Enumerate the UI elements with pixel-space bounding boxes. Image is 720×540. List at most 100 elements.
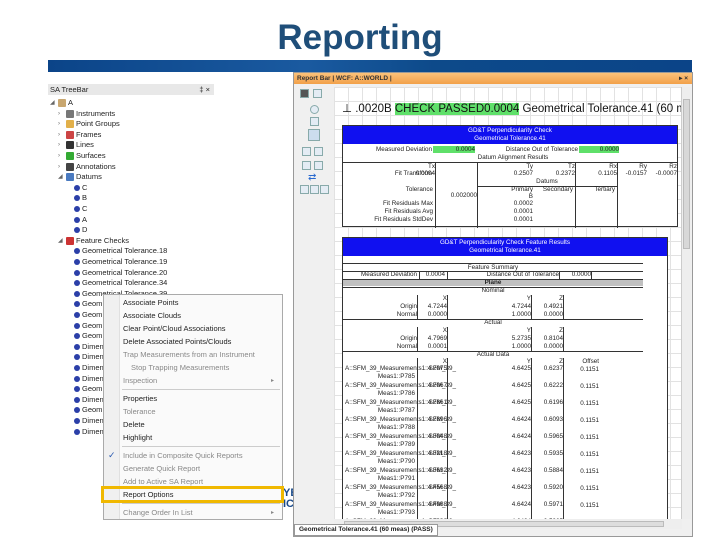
menu-item-change-order-in-list[interactable]: Change Order In List ▸: [123, 507, 278, 519]
tree-item-lines[interactable]: › Lines: [58, 140, 94, 150]
expander-icon[interactable]: ›: [58, 119, 64, 129]
tree-item-instruments[interactable]: › Instruments: [58, 109, 115, 119]
point-groups-icon: [66, 120, 74, 129]
tree-item-check[interactable]: Dimen: [74, 352, 104, 362]
menu-item-generate-quick-report[interactable]: Generate Quick Report: [123, 463, 278, 475]
menu-item-include-in-composite-quick-reports[interactable]: Include in Composite Quick Reports: [123, 450, 278, 462]
expander-icon[interactable]: ›: [58, 140, 64, 150]
tree-item-check[interactable]: Geometrical Tolerance.18: [74, 246, 167, 256]
offset-value: 0.1151: [580, 468, 599, 475]
tree-item-root[interactable]: ◢ A: [50, 98, 73, 108]
menu-item-tolerance[interactable]: Tolerance: [123, 406, 278, 418]
divider: [531, 358, 532, 519]
menu-item-delete-associated-points-clouds[interactable]: Delete Associated Points/Clouds: [123, 336, 278, 348]
tree-item-check[interactable]: Geom: [74, 299, 102, 309]
tree-item-check[interactable]: Geom: [74, 310, 102, 320]
menu-item-delete[interactable]: Delete: [123, 419, 278, 431]
tree-item-label: A: [82, 214, 88, 224]
tree-item-annotations[interactable]: › Annotations: [58, 162, 116, 172]
tree-item-check[interactable]: Geometrical Tolerance.20: [74, 268, 167, 278]
menu-item-stop-trapping-measurements[interactable]: Stop Trapping Measurements: [123, 362, 278, 374]
tree-item-check[interactable]: Geom: [74, 321, 102, 331]
menu-item-properties[interactable]: Properties: [123, 393, 278, 405]
point-name-cont: Meas1::P793: [377, 509, 415, 516]
z-value: 0.0000: [543, 311, 563, 318]
expander-icon[interactable]: ◢: [58, 172, 64, 182]
datum-col: Primary: [511, 186, 533, 193]
document-icon[interactable]: [310, 117, 319, 126]
report-options-highlight: [101, 486, 284, 503]
expander-icon[interactable]: ›: [58, 130, 64, 140]
search-icon[interactable]: [310, 105, 319, 114]
menu-item-associate-points[interactable]: Associate Points: [123, 297, 278, 309]
next-icon[interactable]: [320, 185, 329, 194]
tree-item-datum[interactable]: A: [74, 215, 87, 225]
pin-icon[interactable]: ‡: [199, 85, 203, 94]
tree-item-datum[interactable]: D: [74, 225, 87, 235]
copy-icon[interactable]: [313, 89, 322, 98]
first-icon[interactable]: [300, 185, 309, 194]
tree-item-feature-checks[interactable]: ◢ Feature Checks: [58, 236, 129, 246]
tree-item-frames[interactable]: › Frames: [58, 130, 101, 140]
page-icon[interactable]: [308, 129, 320, 141]
paste-icon[interactable]: [314, 161, 323, 170]
tree-item-check[interactable]: Dimen: [74, 427, 104, 437]
tree-item-check[interactable]: Dimen: [74, 342, 104, 352]
menu-item-highlight[interactable]: Highlight: [123, 432, 278, 444]
residual-label: Fit Residuals Max: [382, 200, 433, 207]
tree-item-label: Dimen: [82, 394, 104, 404]
prev-icon[interactable]: [310, 185, 319, 194]
tree-item-check[interactable]: Geom: [74, 384, 102, 394]
tree-item-check[interactable]: Dimen: [74, 416, 104, 426]
report-bar-window: Report Bar | WCF: A::WORLD | ▸ × ⇄ ⊥ .00…: [293, 72, 693, 537]
submenu-arrow-icon: ▸: [270, 378, 274, 384]
tree-item-check[interactable]: Dimen: [74, 395, 104, 405]
tree-item-datum[interactable]: B: [74, 193, 87, 203]
expander-icon[interactable]: ◢: [50, 98, 56, 108]
tree-item-point-groups[interactable]: › Point Groups: [58, 119, 120, 129]
menu-item-associate-clouds[interactable]: Associate Clouds: [123, 310, 278, 322]
distance-out-label: Distance Out of Tolerance: [486, 271, 559, 278]
x-value: 4.3632: [427, 467, 447, 474]
perpendicularity-icon: ⊥: [342, 103, 353, 115]
report-bar-titlebar: Report Bar | WCF: A::WORLD | ▸ ×: [294, 73, 692, 84]
z-value: 0.6093: [543, 416, 563, 423]
tree-item-datum[interactable]: C: [74, 183, 87, 193]
pages-icon[interactable]: [314, 147, 323, 156]
tree-item-check[interactable]: Dimen: [74, 363, 104, 373]
tree-item-check[interactable]: Geometrical Tolerance.34: [74, 278, 167, 288]
add-page-icon[interactable]: [302, 147, 311, 156]
tree-item-check[interactable]: Geometrical Tolerance.19: [74, 257, 167, 267]
tree-item-datum[interactable]: C: [74, 204, 87, 214]
tree-item-label: Geometrical Tolerance.18: [82, 246, 168, 256]
residual-label: Fit Residuals StdDev: [374, 216, 433, 223]
tree-item-label: Annotations: [76, 161, 116, 171]
y-header: Y: [526, 327, 531, 334]
expander-icon[interactable]: ›: [58, 151, 64, 161]
menu-item-inspection[interactable]: Inspection ▸: [123, 375, 278, 387]
camera-icon[interactable]: [300, 89, 309, 98]
offset-value: 0.1151: [580, 400, 599, 407]
tolerance-value: 0.002000: [450, 192, 477, 199]
residual-value: 0.0001: [513, 216, 533, 223]
expander-icon[interactable]: ›: [58, 109, 64, 119]
tree-item-label: Dimen: [82, 341, 104, 351]
export-icon[interactable]: [302, 161, 311, 170]
tree-item-datums[interactable]: ◢ Datums: [58, 172, 102, 182]
expander-icon[interactable]: ◢: [58, 236, 64, 246]
expander-icon[interactable]: ›: [58, 162, 64, 172]
tree-item-check[interactable]: Dimen: [74, 374, 104, 384]
close-icon[interactable]: ×: [206, 85, 210, 94]
sheet-tab[interactable]: Geometrical Tolerance.41 (60 meas) (PASS…: [294, 524, 438, 536]
tree-item-check[interactable]: Geom: [74, 331, 102, 341]
divider: [435, 162, 436, 228]
tree-item-check[interactable]: Geom: [74, 405, 102, 415]
refresh-icon[interactable]: ⇄: [308, 173, 317, 183]
y-value: 4.6425: [511, 365, 531, 372]
menu-item-clear-point-cloud-associations[interactable]: Clear Point/Cloud Associations: [123, 323, 278, 335]
vertical-scrollbar[interactable]: [681, 87, 691, 519]
menu-item-trap-measurements-from-an-instrument[interactable]: Trap Measurements from an Instrument: [123, 349, 278, 361]
window-controls[interactable]: ▸ ×: [679, 73, 688, 84]
tree-item-surfaces[interactable]: › Surfaces: [58, 151, 106, 161]
menu-separator: [122, 389, 280, 390]
